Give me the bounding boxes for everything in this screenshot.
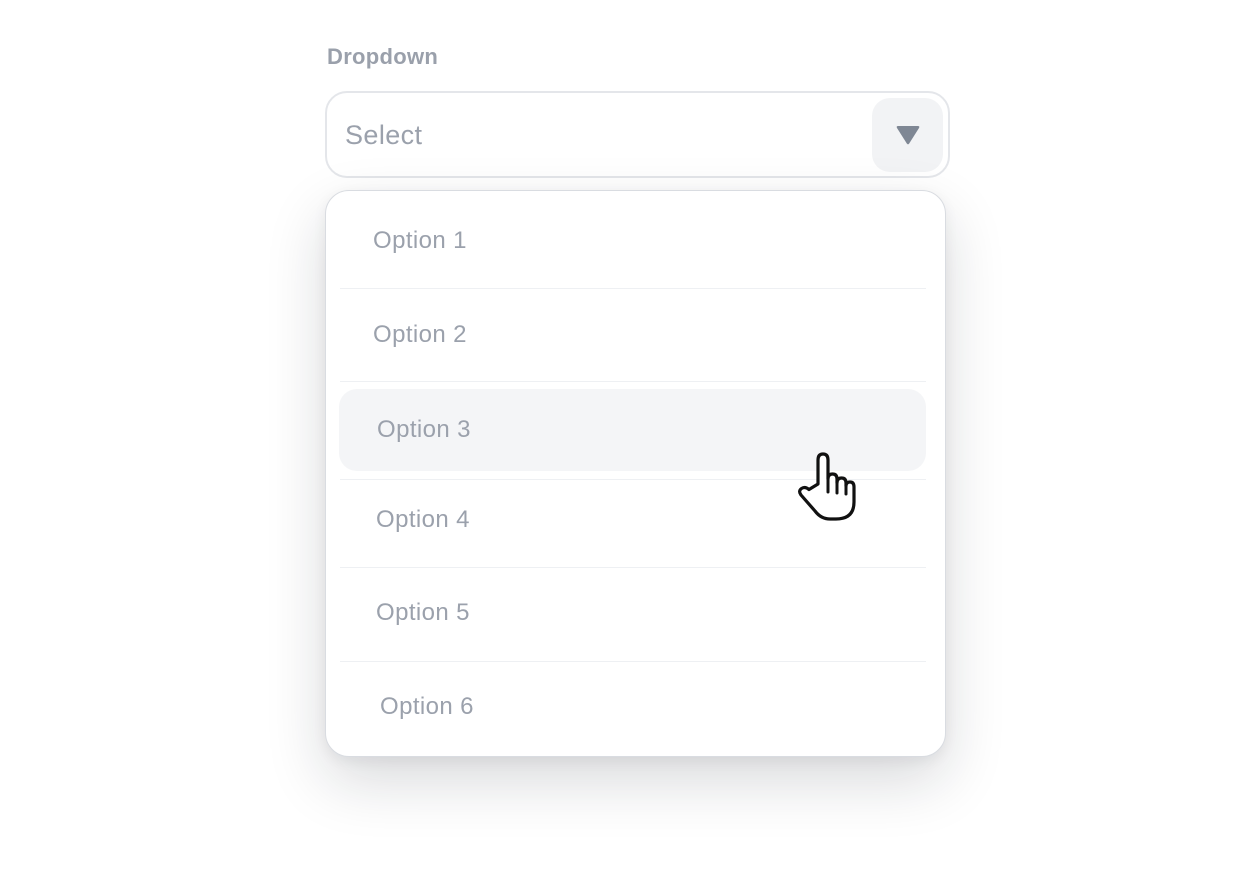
dropdown-option-1[interactable]: Option 1: [339, 200, 926, 282]
pointer-hand-icon: [798, 452, 856, 521]
dropdown-option-5[interactable]: Option 5: [339, 572, 926, 654]
select-placeholder: Select: [345, 120, 423, 150]
option-label: Option 2: [373, 321, 467, 348]
option-label: Option 4: [376, 506, 470, 533]
dropdown-option-2[interactable]: Option 2: [339, 294, 926, 376]
option-label: Option 3: [377, 416, 471, 443]
dropdown-demo: Dropdown Select Option 1 Option 2 Option…: [0, 0, 1259, 878]
dropdown-toggle-button[interactable]: [872, 98, 943, 172]
option-label: Option 1: [373, 227, 467, 254]
option-label: Option 5: [376, 599, 470, 626]
option-divider: [340, 288, 926, 289]
dropdown-option-6[interactable]: Option 6: [339, 666, 926, 748]
dropdown-label: Dropdown: [327, 44, 439, 69]
caret-down-icon: [896, 126, 919, 145]
dropdown-select[interactable]: Select: [325, 91, 950, 178]
option-label: Option 6: [380, 693, 474, 720]
option-divider: [340, 381, 926, 382]
option-divider: [340, 661, 926, 662]
option-divider: [340, 567, 926, 568]
